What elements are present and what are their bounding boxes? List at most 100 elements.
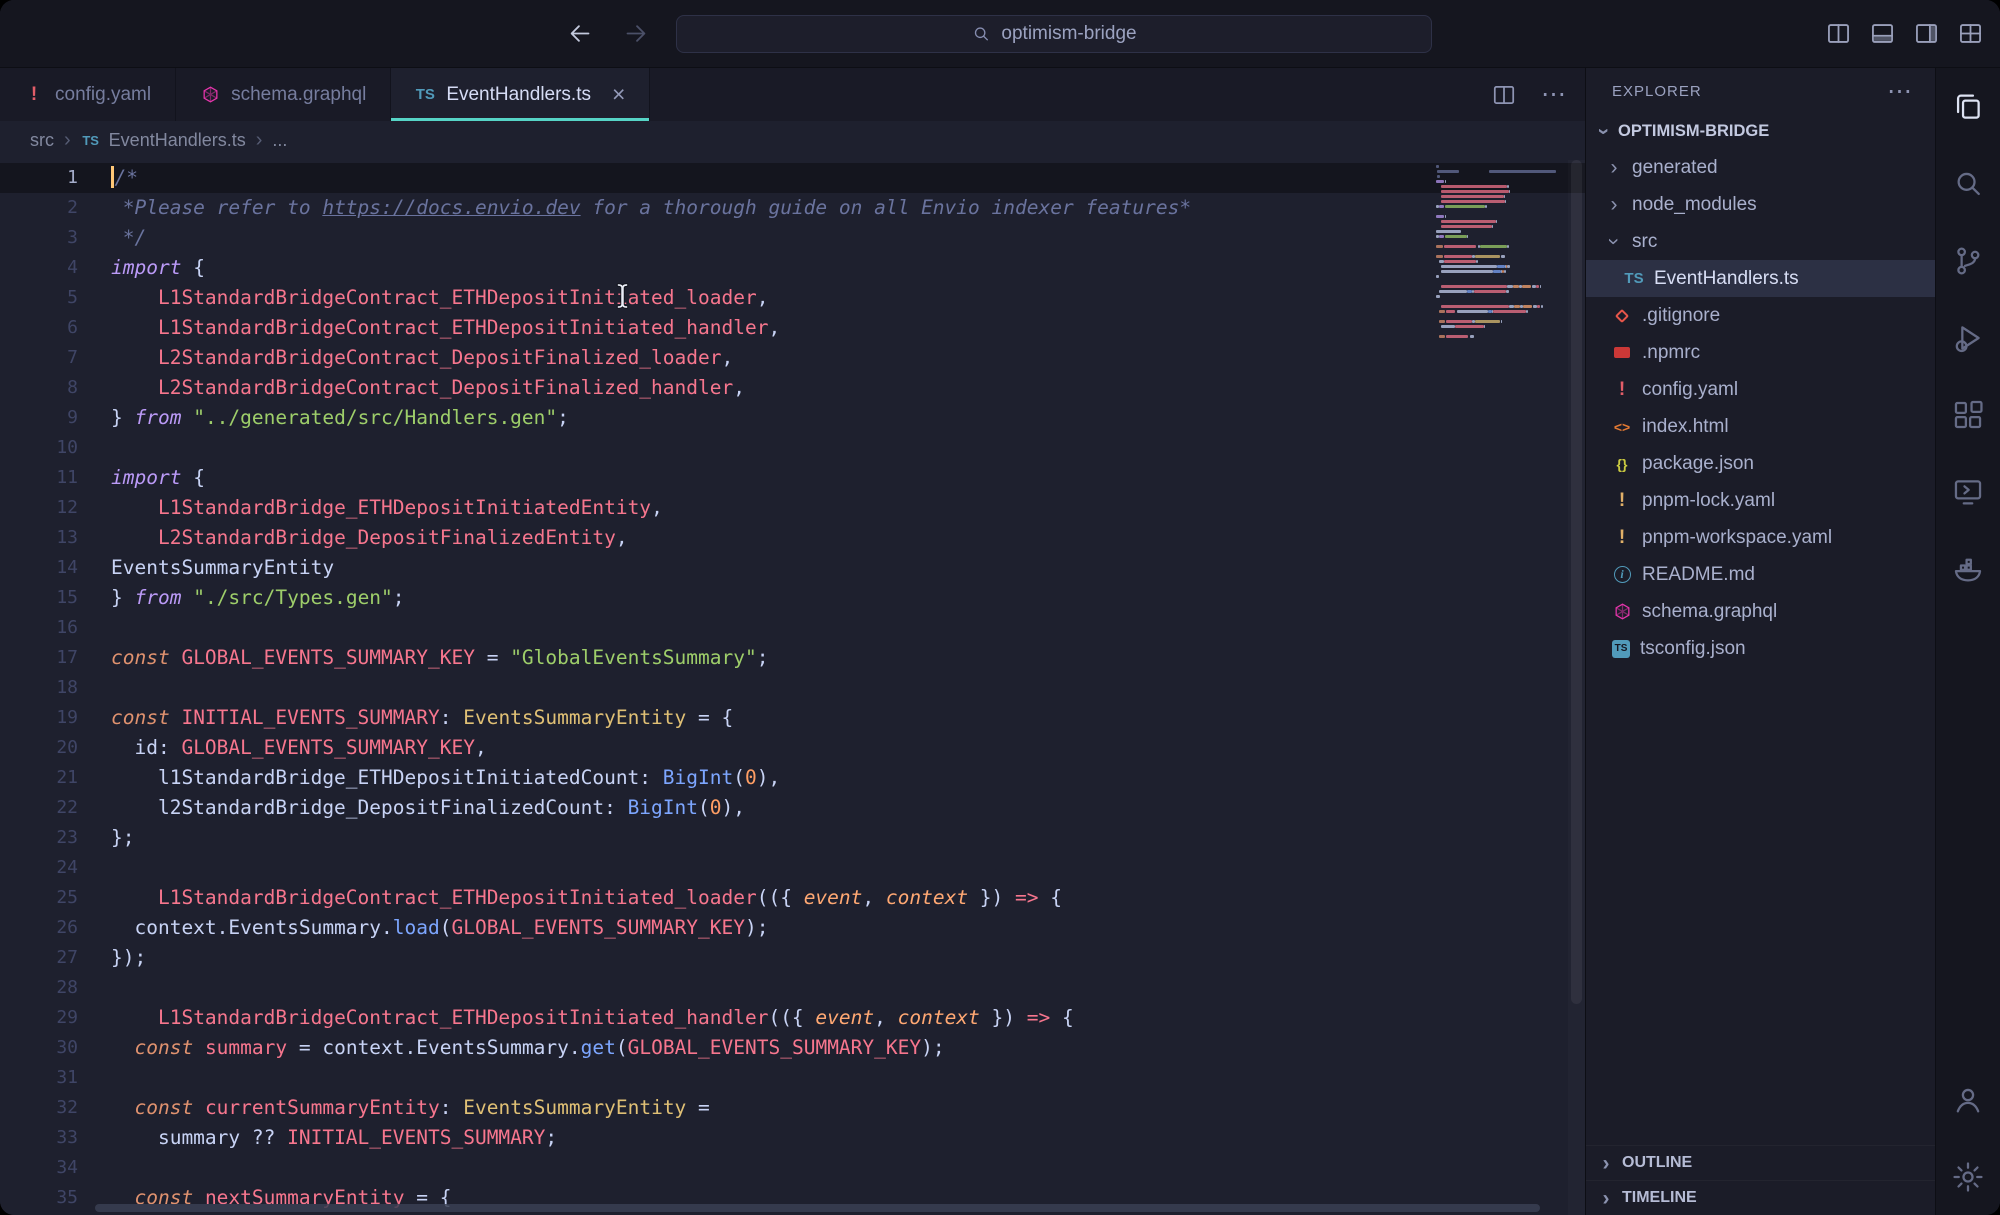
file-package-json[interactable]: {}package.json: [1586, 445, 1935, 482]
section-outline[interactable]: › OUTLINE: [1586, 1145, 1935, 1180]
toggle-panel-icon[interactable]: [1869, 20, 1896, 47]
forward-button[interactable]: [623, 20, 650, 47]
file-index-html[interactable]: <>index.html: [1586, 408, 1935, 445]
code-line-17[interactable]: 17const GLOBAL_EVENTS_SUMMARY_KEY = "Glo…: [0, 643, 1585, 673]
settings-icon[interactable]: [1936, 1138, 2000, 1215]
code-line-33[interactable]: 33 summary ?? INITIAL_EVENTS_SUMMARY;: [0, 1123, 1585, 1153]
explorer-tree: ›generated›node_modules›srcTSEventHandle…: [1586, 149, 1935, 1145]
code-line-18[interactable]: 18: [0, 673, 1585, 703]
section-timeline[interactable]: › TIMELINE: [1586, 1180, 1935, 1215]
minimap-content: [1436, 165, 1566, 338]
remote-explorer-icon[interactable]: [1936, 453, 2000, 530]
vertical-scrollbar[interactable]: [1568, 160, 1585, 1215]
minimap[interactable]: [1436, 165, 1566, 340]
code-line-22[interactable]: 22 l2StandardBridge_DepositFinalizedCoun…: [0, 793, 1585, 823]
extensions-icon[interactable]: [1936, 376, 2000, 453]
tab-schema-graphql[interactable]: schema.graphql: [176, 68, 391, 121]
line-number: 18: [0, 673, 78, 703]
breadcrumb-item-src[interactable]: src: [30, 130, 54, 151]
file-pnpm-workspace-yaml[interactable]: !pnpm-workspace.yaml: [1586, 519, 1935, 556]
file-label: .npmrc: [1642, 342, 1700, 364]
file-pnpm-lock-yaml[interactable]: !pnpm-lock.yaml: [1586, 482, 1935, 519]
split-editor-icon[interactable]: [1825, 20, 1852, 47]
code-line-6[interactable]: 6 L1StandardBridgeContract_ETHDepositIni…: [0, 313, 1585, 343]
source-control-icon[interactable]: [1936, 222, 2000, 299]
code-line-4[interactable]: 4import {: [0, 253, 1585, 283]
code-text: });: [111, 943, 146, 973]
back-button[interactable]: [566, 20, 593, 47]
line-number: 1: [0, 163, 78, 193]
code-line-1[interactable]: 1/*: [0, 163, 1585, 193]
file-config-yaml[interactable]: !config.yaml: [1586, 371, 1935, 408]
run-debug-icon[interactable]: [1936, 299, 2000, 376]
file-label: src: [1632, 231, 1657, 253]
files-icon[interactable]: [1936, 68, 2000, 145]
code-text: l2StandardBridge_DepositFinalizedCount: …: [111, 793, 745, 823]
code-text: L1StandardBridgeContract_ETHDepositIniti…: [111, 313, 780, 343]
line-number: 22: [0, 793, 78, 823]
file-npmrc[interactable]: .npmrc: [1586, 334, 1935, 371]
account-icon[interactable]: [1936, 1061, 2000, 1138]
code-line-23[interactable]: 23};: [0, 823, 1585, 853]
command-center-search[interactable]: optimism-bridge: [676, 15, 1432, 53]
history-nav: [566, 0, 650, 67]
code-line-15[interactable]: 15} from "./src/Types.gen";: [0, 583, 1585, 613]
customize-layout-icon[interactable]: [1957, 20, 1984, 47]
folder-src[interactable]: ›src: [1586, 223, 1935, 260]
tab-config-yaml[interactable]: !config.yaml: [0, 68, 176, 121]
code-line-7[interactable]: 7 L2StandardBridgeContract_DepositFinali…: [0, 343, 1585, 373]
code-line-30[interactable]: 30 const summary = context.EventsSummary…: [0, 1033, 1585, 1063]
explorer-more-icon[interactable]: ⋯: [1887, 79, 1913, 104]
code-line-16[interactable]: 16: [0, 613, 1585, 643]
folder-generated[interactable]: ›generated: [1586, 149, 1935, 186]
folder-node-modules[interactable]: ›node_modules: [1586, 186, 1935, 223]
search-icon[interactable]: [1936, 145, 2000, 222]
close-tab-icon[interactable]: ×: [612, 83, 625, 106]
file-tsconfig-json[interactable]: TStsconfig.json: [1586, 630, 1935, 667]
file-eventhandlers-ts[interactable]: TSEventHandlers.ts: [1586, 260, 1935, 297]
code-line-24[interactable]: 24: [0, 853, 1585, 883]
code-line-3[interactable]: 3 */: [0, 223, 1585, 253]
code-line-25[interactable]: 25 L1StandardBridgeContract_ETHDepositIn…: [0, 883, 1585, 913]
workspace-root[interactable]: › OPTIMISM-BRIDGE: [1586, 114, 1935, 149]
file-schema-graphql[interactable]: schema.graphql: [1586, 593, 1935, 630]
code-line-27[interactable]: 27});: [0, 943, 1585, 973]
code-text: id: GLOBAL_EVENTS_SUMMARY_KEY,: [111, 733, 487, 763]
horizontal-scrollbar-thumb[interactable]: [95, 1204, 1540, 1212]
more-actions-icon[interactable]: ⋯: [1541, 82, 1567, 107]
docker-icon[interactable]: [1936, 530, 2000, 607]
code-line-13[interactable]: 13 L2StandardBridge_DepositFinalizedEnti…: [0, 523, 1585, 553]
code-line-21[interactable]: 21 l1StandardBridge_ETHDepositInitiatedC…: [0, 763, 1585, 793]
code-line-2[interactable]: 2 *Please refer to https://docs.envio.de…: [0, 193, 1585, 223]
code-line-9[interactable]: 9} from "../generated/src/Handlers.gen";: [0, 403, 1585, 433]
breadcrumb-item-eventhandlers-ts[interactable]: TSEventHandlers.ts: [81, 130, 246, 151]
graphql-file-icon: [1612, 602, 1632, 622]
split-editor-icon[interactable]: [1491, 82, 1517, 108]
text-caret: [111, 166, 114, 188]
code-line-32[interactable]: 32 const currentSummaryEntity: EventsSum…: [0, 1093, 1585, 1123]
breadcrumb-item-[interactable]: ...: [272, 130, 287, 151]
code-line-8[interactable]: 8 L2StandardBridgeContract_DepositFinali…: [0, 373, 1585, 403]
vertical-scrollbar-thumb[interactable]: [1571, 160, 1582, 1004]
code-line-12[interactable]: 12 L1StandardBridge_ETHDepositInitiatedE…: [0, 493, 1585, 523]
code-line-26[interactable]: 26 context.EventsSummary.load(GLOBAL_EVE…: [0, 913, 1585, 943]
code-line-5[interactable]: 5 L1StandardBridgeContract_ETHDepositIni…: [0, 283, 1585, 313]
sidebar-header: EXPLORER ⋯: [1586, 68, 1935, 114]
code-editor[interactable]: 1/*2 *Please refer to https://docs.envio…: [0, 160, 1585, 1215]
code-line-31[interactable]: 31: [0, 1063, 1585, 1093]
code-line-20[interactable]: 20 id: GLOBAL_EVENTS_SUMMARY_KEY,: [0, 733, 1585, 763]
line-number: 6: [0, 313, 78, 343]
tab-eventhandlers-ts[interactable]: TSEventHandlers.ts×: [391, 68, 650, 121]
code-line-19[interactable]: 19const INITIAL_EVENTS_SUMMARY: EventsSu…: [0, 703, 1585, 733]
file-gitignore[interactable]: .gitignore: [1586, 297, 1935, 334]
code-line-11[interactable]: 11import {: [0, 463, 1585, 493]
file-readme-md[interactable]: iREADME.md: [1586, 556, 1935, 593]
toggle-secondary-sidebar-icon[interactable]: [1913, 20, 1940, 47]
code-line-34[interactable]: 34: [0, 1153, 1585, 1183]
line-number: 11: [0, 463, 78, 493]
code-line-29[interactable]: 29 L1StandardBridgeContract_ETHDepositIn…: [0, 1003, 1585, 1033]
code-line-14[interactable]: 14EventsSummaryEntity: [0, 553, 1585, 583]
line-number: 21: [0, 763, 78, 793]
code-line-28[interactable]: 28: [0, 973, 1585, 1003]
code-line-10[interactable]: 10: [0, 433, 1585, 463]
